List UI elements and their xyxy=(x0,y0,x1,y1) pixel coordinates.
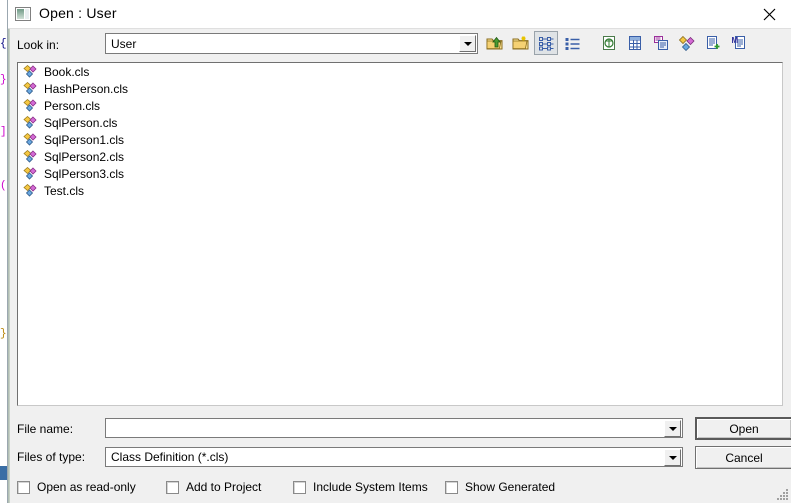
file-list-item-label: SqlPerson1.cls xyxy=(44,132,125,147)
look-in-value: User xyxy=(111,37,137,51)
cancel-button[interactable]: Cancel xyxy=(695,446,791,469)
show-includes-button[interactable] xyxy=(675,31,699,55)
checkbox-label: Include System Items xyxy=(313,480,428,494)
details-list-icon xyxy=(565,37,579,50)
chevron-down-icon[interactable] xyxy=(664,420,681,437)
file-list-item-label: Person.cls xyxy=(44,98,101,113)
list-view-button[interactable] xyxy=(534,31,558,55)
chevron-down-icon[interactable] xyxy=(459,35,476,52)
show-tables-button[interactable] xyxy=(623,31,647,55)
background-code-char: { xyxy=(0,38,7,50)
class-file-icon xyxy=(23,64,41,79)
file-list-item[interactable]: Book.cls xyxy=(18,63,782,80)
class-file-icon xyxy=(23,149,41,164)
class-file-icon xyxy=(23,81,41,96)
background-code-char: ] xyxy=(0,126,7,138)
macro-document-icon: M xyxy=(732,36,745,49)
dialog-left-frame xyxy=(8,0,10,503)
file-list-item[interactable]: SqlPerson3.cls xyxy=(18,165,782,182)
title-bar: Open : User xyxy=(8,0,791,29)
file-list-item[interactable]: SqlPerson1.cls xyxy=(18,131,782,148)
background-code-char: } xyxy=(0,328,7,340)
file-list-item-label: SqlPerson2.cls xyxy=(44,149,125,164)
show-routines-button[interactable] xyxy=(649,31,673,55)
file-name-label: File name: xyxy=(17,422,74,436)
file-list-item-label: Test.cls xyxy=(44,183,85,198)
window-app-icon xyxy=(15,7,31,21)
svg-text:M: M xyxy=(732,36,739,45)
file-list-item[interactable]: SqlPerson2.cls xyxy=(18,148,782,165)
close-icon[interactable] xyxy=(747,0,791,29)
checkbox-box[interactable] xyxy=(166,480,179,494)
show-generated-checkbox[interactable]: Show Generated xyxy=(445,480,555,494)
details-view-button[interactable] xyxy=(560,31,584,55)
create-new-folder-button[interactable] xyxy=(508,31,532,55)
window-title: Open : User xyxy=(39,5,117,21)
checkbox-label: Show Generated xyxy=(465,480,556,494)
chevron-down-icon[interactable] xyxy=(664,449,681,466)
add-to-project-checkbox[interactable]: Add to Project xyxy=(166,480,261,494)
class-file-icon xyxy=(23,98,41,113)
file-list-item[interactable]: SqlPerson.cls xyxy=(18,114,782,131)
diamonds-include-icon xyxy=(679,35,695,51)
up-one-level-button[interactable] xyxy=(482,31,506,55)
open-file-dialog: Open : User Look in: User M Book.cls Has… xyxy=(7,0,791,503)
look-in-label: Look in: xyxy=(17,38,60,52)
show-classes-button[interactable] xyxy=(597,31,621,55)
file-list[interactable]: Book.cls HashPerson.cls Person.cls SqlPerso… xyxy=(17,62,783,406)
background-code-char: } xyxy=(0,74,7,86)
checkbox-box[interactable] xyxy=(293,480,306,494)
background-code-char: ( xyxy=(0,180,7,192)
checkbox-label: Add to Project xyxy=(186,480,262,494)
file-name-combobox[interactable] xyxy=(105,418,683,438)
background-editor-sliver: {}] (} xyxy=(0,28,7,458)
csp-document-icon xyxy=(707,36,720,49)
file-list-item[interactable]: HashPerson.cls xyxy=(18,80,782,97)
routine-document-icon xyxy=(654,36,668,50)
checkbox-label: Open as read-only xyxy=(37,480,136,494)
class-file-icon xyxy=(23,115,41,130)
file-list-item-label: SqlPerson3.cls xyxy=(44,166,125,181)
files-of-type-value: Class Definition (*.cls) xyxy=(111,450,229,464)
file-list-item[interactable]: Test.cls xyxy=(18,182,782,199)
show-macro-button[interactable]: M xyxy=(727,31,751,55)
class-document-icon xyxy=(603,36,615,50)
open-button[interactable]: Open xyxy=(695,417,791,440)
open-as-read-only-checkbox[interactable]: Open as read-only xyxy=(17,480,136,494)
new-folder-icon xyxy=(512,36,528,50)
file-list-item[interactable]: Person.cls xyxy=(18,97,782,114)
background-editor-gutter xyxy=(0,458,7,503)
table-document-icon xyxy=(629,36,641,50)
show-csp-button[interactable] xyxy=(701,31,725,55)
folder-up-arrow-icon xyxy=(486,36,502,50)
file-list-item-label: HashPerson.cls xyxy=(44,81,129,96)
files-of-type-label: Files of type: xyxy=(17,450,86,464)
file-list-item-label: Book.cls xyxy=(44,64,90,79)
checkbox-box[interactable] xyxy=(445,480,458,494)
list-tree-view-icon xyxy=(538,36,553,50)
include-system-items-checkbox[interactable]: Include System Items xyxy=(293,480,428,494)
file-list-item-label: SqlPerson.cls xyxy=(44,115,118,130)
files-of-type-combobox[interactable]: Class Definition (*.cls) xyxy=(105,447,683,467)
class-file-icon xyxy=(23,166,41,181)
class-file-icon xyxy=(23,132,41,147)
look-in-combobox[interactable]: User xyxy=(105,33,478,54)
class-file-icon xyxy=(23,183,41,198)
resize-grip-icon[interactable] xyxy=(775,487,789,501)
checkbox-box[interactable] xyxy=(17,480,30,494)
